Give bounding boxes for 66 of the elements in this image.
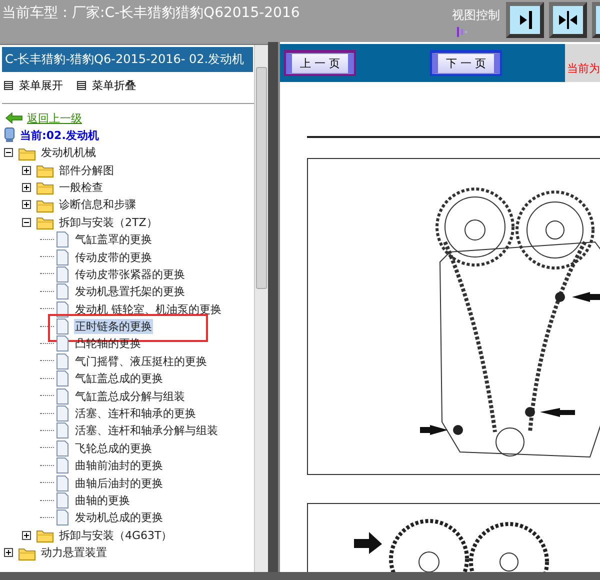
tree-item[interactable]: 曲轴的更换 <box>74 493 131 508</box>
next-page-button[interactable]: 下 一 页 <box>432 53 500 74</box>
document-icon <box>54 388 70 405</box>
sidebar-header: C-长丰猎豹-猎豹Q6-2015-2016- 02.发动机 <box>2 47 253 72</box>
dock-right-button[interactable] <box>506 2 544 38</box>
document-icon <box>54 335 70 352</box>
document-icon <box>54 440 70 457</box>
expand-icon[interactable] <box>4 548 13 558</box>
tree-item[interactable]: 传动皮带的更换 <box>74 250 153 265</box>
tree-item[interactable]: 发动机 链轮室、机油泵的更换 <box>74 302 222 317</box>
status-label: 当前为 <box>565 44 600 82</box>
tree-item[interactable]: 活塞、连杆和轴承分解与组装 <box>74 423 219 438</box>
document-icon <box>54 352 70 370</box>
tree-item[interactable]: 曲轴后油封的更换 <box>74 476 164 491</box>
view-button[interactable] <box>592 2 600 38</box>
arrows-to-center-icon <box>556 9 580 31</box>
document-icon <box>54 318 70 336</box>
computer-icon <box>4 127 16 143</box>
horizontal-scrollbar[interactable] <box>0 572 600 580</box>
collapse-icon[interactable] <box>4 148 13 158</box>
menu-item[interactable]: 菜单展开 <box>19 78 63 93</box>
document-icon <box>54 266 70 283</box>
tree-item[interactable]: 正时链条的更换 <box>74 319 153 334</box>
document-icon <box>54 405 70 422</box>
tree-item[interactable]: 拆卸与安装（4G63T） <box>58 528 174 543</box>
current-location: 当前:02.发动机 <box>20 128 99 142</box>
menu-item[interactable]: 菜单折叠 <box>92 78 136 93</box>
tree-item[interactable]: 气缸盖总成的更换 <box>74 371 164 386</box>
expand-icon[interactable] <box>22 166 31 175</box>
tree-item[interactable]: 气缸盖总成分解与组装 <box>74 388 186 404</box>
back-link[interactable]: 返回上一级 <box>27 110 82 126</box>
tree-item[interactable]: 气缸盖罩的更换 <box>74 232 153 248</box>
tree-item[interactable]: 动力悬置装置 <box>40 545 108 560</box>
document-icon <box>54 283 70 300</box>
tree-item[interactable]: 传动皮带张紧器的更换 <box>74 266 186 282</box>
expand-icon[interactable] <box>22 530 31 540</box>
previous-page-button[interactable]: 上 一 页 <box>286 53 354 74</box>
tree-item[interactable]: 发动机机械 <box>40 145 97 160</box>
document-icon <box>54 422 70 440</box>
back-arrow-icon <box>5 112 23 124</box>
document-icon <box>54 457 70 474</box>
document-icon <box>54 474 70 492</box>
tree-item[interactable]: 发动机悬置托架的更换 <box>74 284 186 300</box>
scrollbar[interactable] <box>254 45 268 572</box>
tree-item[interactable]: 气门摇臂、液压挺柱的更换 <box>74 354 208 369</box>
list-icon <box>4 81 13 90</box>
tree-item[interactable]: 部件分解图 <box>58 162 115 178</box>
tree-item[interactable]: 拆卸与安装（2TZ） <box>58 214 158 230</box>
view-control-label: 视图控制 <box>452 7 500 24</box>
split-view-button[interactable] <box>549 2 587 38</box>
tree-item[interactable]: 曲轴前油封的更换 <box>74 458 164 474</box>
document-icon <box>54 248 70 266</box>
list-icon <box>77 81 86 90</box>
tree-item[interactable]: 活塞、连杆和轴承的更换 <box>74 406 197 422</box>
document-icon <box>54 231 70 248</box>
window-title: 当前车型：厂家:C-长丰猎豹猎豹Q62015-2016 <box>1 4 301 22</box>
tree-item[interactable]: 一般检查 <box>58 180 104 195</box>
expand-icon[interactable] <box>22 200 31 210</box>
collapse-icon[interactable] <box>22 218 31 227</box>
tree-item[interactable]: 发动机总成的更换 <box>74 510 164 526</box>
document-icon <box>54 509 70 526</box>
document-icon <box>54 370 70 388</box>
expand-icon[interactable] <box>22 182 31 192</box>
tree-item[interactable]: 飞轮总成的更换 <box>74 440 153 456</box>
tree-item[interactable]: 诊断信息和步骤 <box>58 197 137 212</box>
document-icon <box>54 492 70 509</box>
